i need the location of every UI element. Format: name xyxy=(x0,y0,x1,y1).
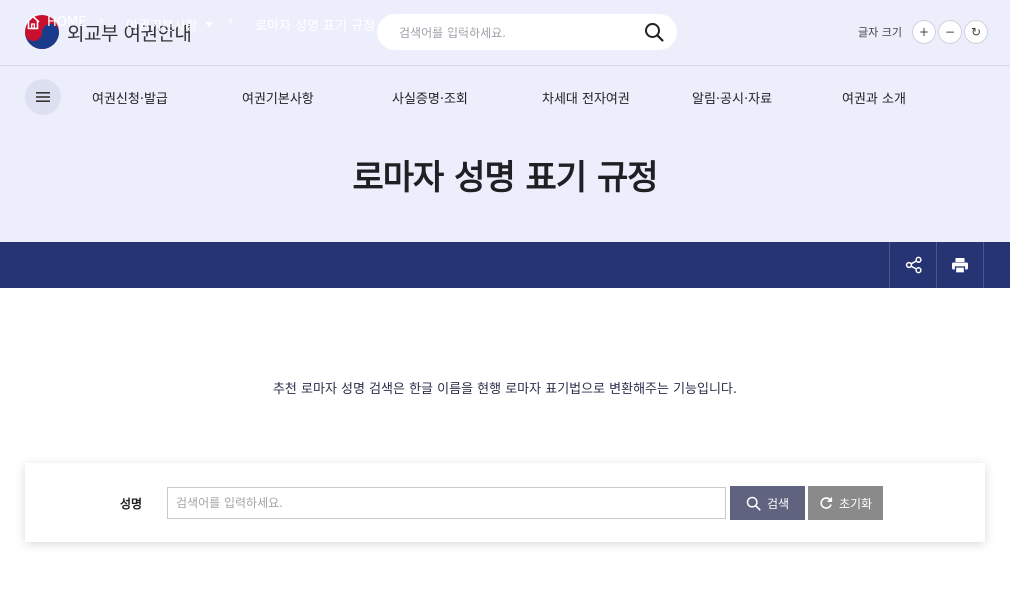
breadcrumb-home[interactable]: HOME xyxy=(25,15,86,30)
hamburger-menu-button[interactable] xyxy=(25,79,61,115)
breadcrumb-item-2[interactable]: 로마자 성명 표기 규정 xyxy=(255,15,391,34)
search-button-label: 검색 xyxy=(766,496,790,511)
font-reset-button[interactable]: ↻ xyxy=(963,20,988,44)
gnb-item-notice[interactable]: 알림·공시·자료 xyxy=(692,88,772,107)
caret-down-icon xyxy=(204,22,213,27)
gnb-item-certificate[interactable]: 사실증명·조회 xyxy=(392,88,468,107)
name-input[interactable] xyxy=(167,487,726,519)
gnb-item-passport-basics[interactable]: 여권기본사항 xyxy=(242,88,314,107)
gnb-item-e-passport[interactable]: 차세대 전자여권 xyxy=(542,88,630,107)
gnb-item-about[interactable]: 여권과 소개 xyxy=(842,88,906,107)
search-button[interactable]: 검색 xyxy=(730,486,805,520)
breadcrumb-item-1[interactable]: 여권기본사항 xyxy=(126,15,213,34)
font-decrease-button[interactable]: − xyxy=(937,20,962,44)
home-icon xyxy=(26,15,40,30)
breadcrumb xyxy=(0,242,1010,288)
search-icon xyxy=(746,496,761,511)
name-label: 성명 xyxy=(120,497,143,511)
breadcrumb-item-3[interactable]: 추천 로마자 성명 검색 xyxy=(432,15,568,34)
refresh-icon xyxy=(820,497,833,509)
breadcrumb-home-label: HOME xyxy=(47,15,87,30)
reset-button[interactable]: 초기화 xyxy=(808,486,883,520)
search-icon[interactable] xyxy=(643,21,665,43)
caret-down-icon xyxy=(382,22,391,27)
print-icon xyxy=(952,257,968,274)
font-size-controls: 글자 크기 + − ↻ xyxy=(858,20,988,44)
page-title: 로마자 성명 표기 규정 xyxy=(352,158,658,198)
breadcrumb-item-label: 로마자 성명 표기 규정 xyxy=(255,19,376,34)
chevron-right-icon: › xyxy=(99,14,105,29)
chevron-right-icon: › xyxy=(404,14,410,29)
share-button[interactable] xyxy=(889,242,937,288)
page-description: 추천 로마자 성명 검색은 한글 이름을 현행 로마자 표기법으로 변환해주는 … xyxy=(272,382,738,397)
print-button[interactable] xyxy=(936,242,984,288)
caret-down-icon xyxy=(559,22,568,27)
share-icon xyxy=(905,256,922,274)
breadcrumb-item-label: 추천 로마자 성명 검색 xyxy=(432,19,553,34)
gnb-item-passport-apply[interactable]: 여권신청·발급 xyxy=(92,88,168,107)
font-increase-button[interactable]: + xyxy=(911,20,936,44)
name-search-card: 성명 검색 초기화 xyxy=(25,463,985,542)
breadcrumb-item-label: 여권기본사항 xyxy=(126,19,198,34)
hamburger-icon xyxy=(36,92,50,102)
chevron-right-icon: › xyxy=(228,14,234,29)
font-size-label: 글자 크기 xyxy=(858,26,902,39)
reset-button-label: 초기화 xyxy=(838,496,873,511)
header-divider xyxy=(0,65,1010,66)
